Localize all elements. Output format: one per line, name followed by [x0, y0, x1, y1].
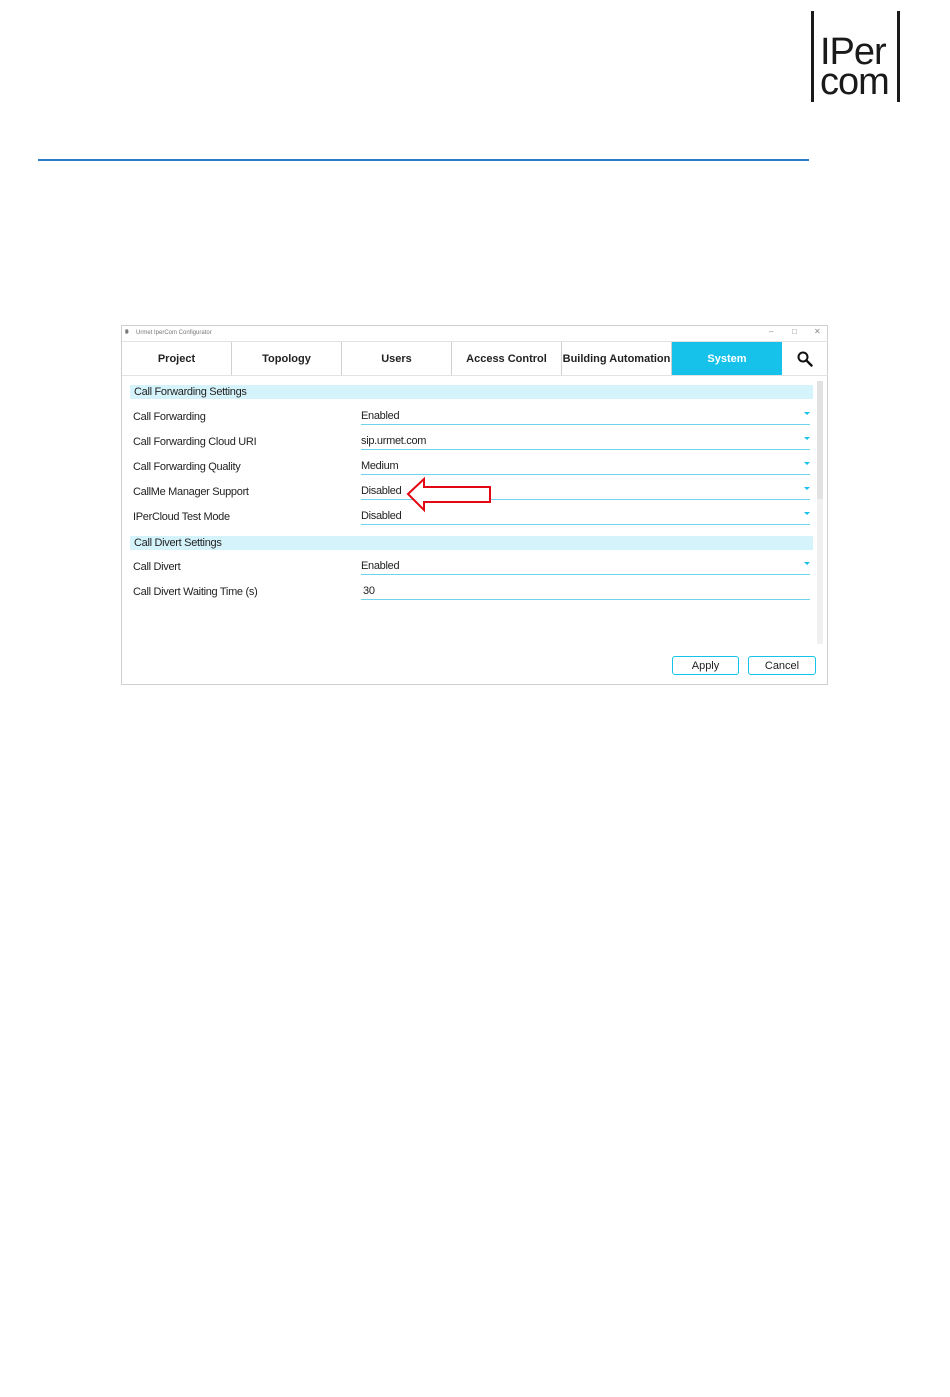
- call-forwarding-cloud-uri-select[interactable]: sip.urmet.com: [361, 435, 810, 450]
- cancel-button[interactable]: Cancel: [748, 656, 816, 675]
- tab-access-control[interactable]: Access Control: [452, 342, 562, 375]
- window-title: Urmet IperCom Configurator: [136, 330, 212, 336]
- label-call-divert-waiting-time: Call Divert Waiting Time (s): [133, 586, 258, 598]
- app-icon: ⩩: [125, 329, 129, 336]
- close-button[interactable]: ✕: [814, 327, 821, 336]
- tab-topology[interactable]: Topology: [232, 342, 342, 375]
- tab-building-automation[interactable]: Building Automation: [562, 342, 672, 375]
- label-call-forwarding-cloud-uri: Call Forwarding Cloud URI: [133, 436, 257, 448]
- search-button[interactable]: [782, 342, 828, 375]
- chevron-down-icon: [804, 437, 810, 440]
- field-value: Enabled: [361, 410, 400, 422]
- field-value: Disabled: [361, 510, 402, 522]
- chevron-down-icon: [804, 562, 810, 565]
- tab-system[interactable]: System: [672, 342, 782, 375]
- search-icon: [797, 351, 813, 367]
- call-divert-select[interactable]: Enabled: [361, 560, 810, 575]
- scrollbar-thumb[interactable]: [817, 381, 823, 499]
- tab-project[interactable]: Project: [122, 342, 232, 375]
- chevron-down-icon: [804, 462, 810, 465]
- field-value: 30: [363, 585, 375, 597]
- field-value: Medium: [361, 460, 399, 472]
- chevron-down-icon: [804, 412, 810, 415]
- field-value: Disabled: [361, 485, 402, 497]
- label-call-forwarding: Call Forwarding: [133, 411, 206, 423]
- chevron-down-icon: [804, 512, 810, 515]
- logo-left-bar: [811, 11, 814, 102]
- field-value: Enabled: [361, 560, 400, 572]
- field-value: sip.urmet.com: [361, 435, 427, 447]
- label-call-forwarding-quality: Call Forwarding Quality: [133, 461, 241, 473]
- apply-button[interactable]: Apply: [672, 656, 739, 675]
- label-callme-manager-support: CallMe Manager Support: [133, 486, 249, 498]
- tab-users[interactable]: Users: [342, 342, 452, 375]
- section-call-divert: Call Divert Settings: [130, 536, 813, 550]
- call-forwarding-select[interactable]: Enabled: [361, 410, 810, 425]
- section-call-forwarding: Call Forwarding Settings: [130, 385, 813, 399]
- chevron-down-icon: [804, 487, 810, 490]
- logo-right-bar: [897, 11, 900, 102]
- maximize-button[interactable]: □: [792, 327, 797, 336]
- call-divert-waiting-time-input[interactable]: 30: [361, 585, 810, 600]
- main-tabs: Project Topology Users Access Control Bu…: [122, 341, 828, 376]
- label-ipercloud-test-mode: IPerCloud Test Mode: [133, 511, 230, 523]
- header-rule: [38, 159, 809, 161]
- label-call-divert: Call Divert: [133, 561, 181, 573]
- arrow-left-icon: [406, 477, 491, 513]
- ipercom-logo: IPer com: [811, 11, 900, 102]
- minimize-button[interactable]: –: [769, 327, 773, 336]
- call-forwarding-quality-select[interactable]: Medium: [361, 460, 810, 475]
- vertical-scrollbar[interactable]: [817, 381, 823, 644]
- title-bar: ⩩ Urmet IperCom Configurator – □ ✕: [122, 326, 827, 340]
- logo-line2: com: [820, 61, 890, 103]
